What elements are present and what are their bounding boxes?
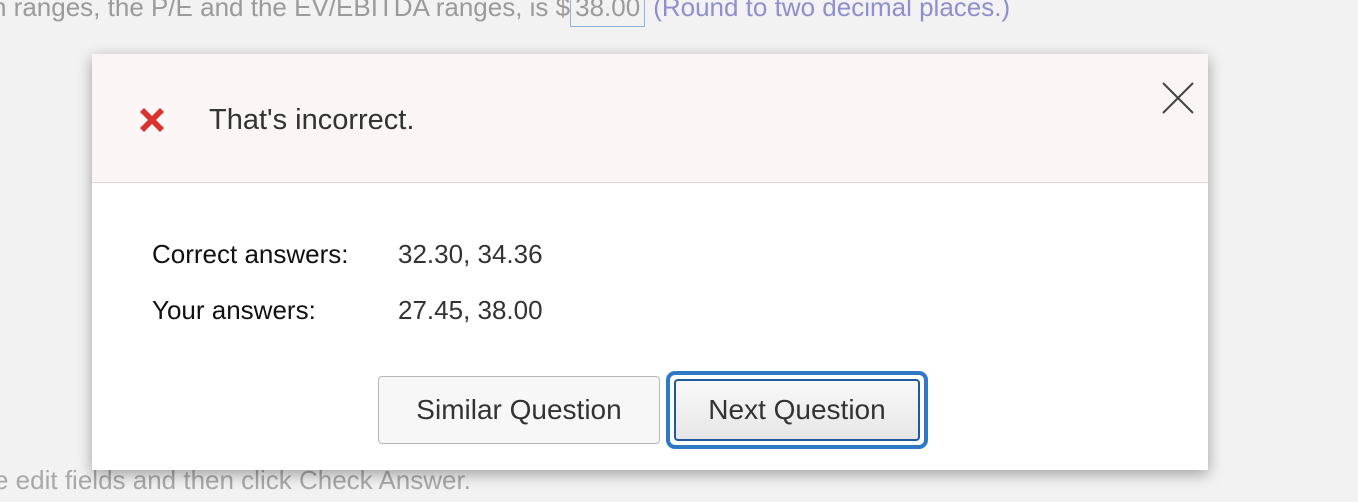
question-text: n ranges, the P/E and the EV/EBITDA rang… xyxy=(0,0,571,22)
feedback-dialog: That's incorrect. Correct answers: 32.30… xyxy=(92,54,1208,470)
next-question-button[interactable]: Next Question xyxy=(674,379,920,441)
error-x-icon xyxy=(140,108,164,132)
close-icon[interactable] xyxy=(1160,80,1196,116)
your-answers-label: Your answers: xyxy=(152,295,316,325)
similar-question-button[interactable]: Similar Question xyxy=(378,376,660,444)
background-question-line: n ranges, the P/E and the EV/EBITDA rang… xyxy=(0,0,1010,27)
rounding-hint: (Round to two decimal places.) xyxy=(653,0,1011,22)
correct-answers-values: 32.30, 34.36 xyxy=(398,239,543,269)
correct-answers-row: Correct answers: 32.30, 34.36 xyxy=(152,237,543,271)
your-answers-values: 27.45, 38.00 xyxy=(398,295,543,325)
your-answers-row: Your answers: 27.45, 38.00 xyxy=(152,293,543,327)
dialog-header: That's incorrect. xyxy=(92,54,1208,183)
answer-input[interactable]: 38.00 xyxy=(570,0,646,27)
feedback-title: That's incorrect. xyxy=(209,104,415,136)
correct-answers-label: Correct answers: xyxy=(152,239,349,269)
